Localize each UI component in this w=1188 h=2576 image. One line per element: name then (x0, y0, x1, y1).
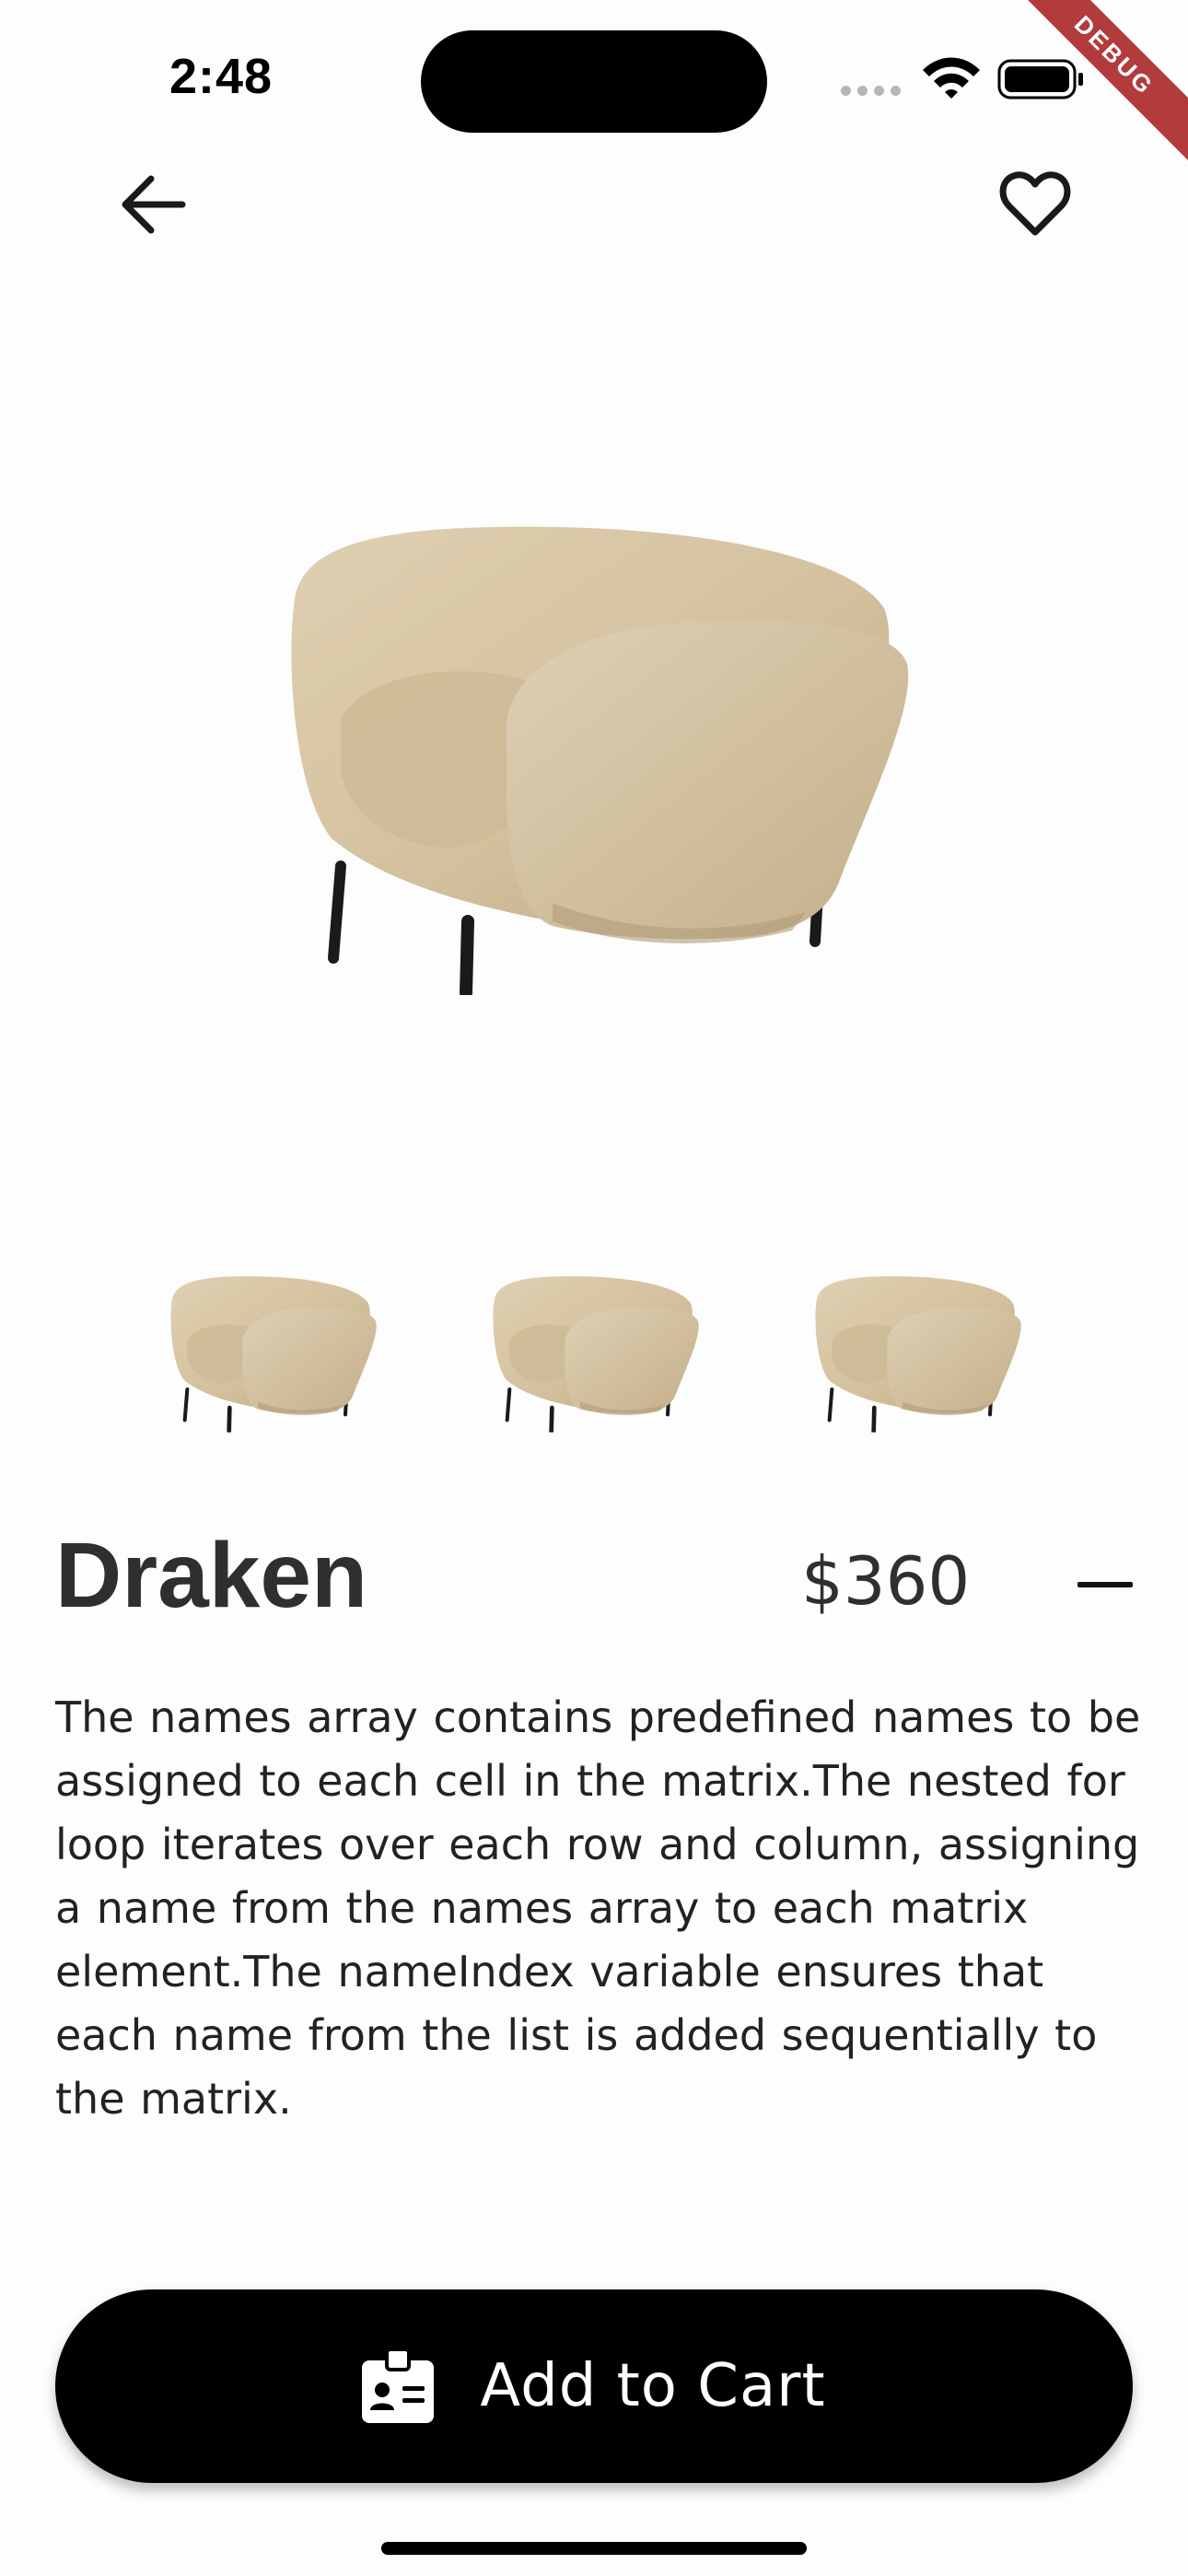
product-thumbnail[interactable] (488, 1270, 700, 1435)
product-image (276, 516, 912, 995)
add-to-cart-label: Add to Cart (480, 2352, 826, 2420)
product-thumbnail[interactable] (810, 1270, 1022, 1435)
id-badge-icon (362, 2349, 435, 2423)
product-description: The names array contains predefined name… (55, 1692, 1141, 2124)
product-thumbnail[interactable] (166, 1270, 378, 1435)
product-price: $360 (801, 1542, 971, 1620)
home-indicator[interactable] (381, 2542, 807, 2555)
status-time: 2:48 (169, 49, 274, 104)
battery-icon (997, 59, 1083, 100)
heart-outline-icon (999, 171, 1071, 236)
minus-icon[interactable] (1077, 1582, 1133, 1587)
dynamic-island (421, 30, 767, 133)
back-button[interactable] (118, 170, 188, 240)
favorite-button[interactable] (998, 168, 1072, 241)
arrow-left-icon (122, 175, 186, 234)
product-name: Draken (55, 1524, 368, 1627)
cellular-signal-icon (841, 86, 901, 96)
wifi-icon (923, 57, 980, 99)
add-to-cart-button[interactable]: Add to Cart (55, 2289, 1133, 2483)
